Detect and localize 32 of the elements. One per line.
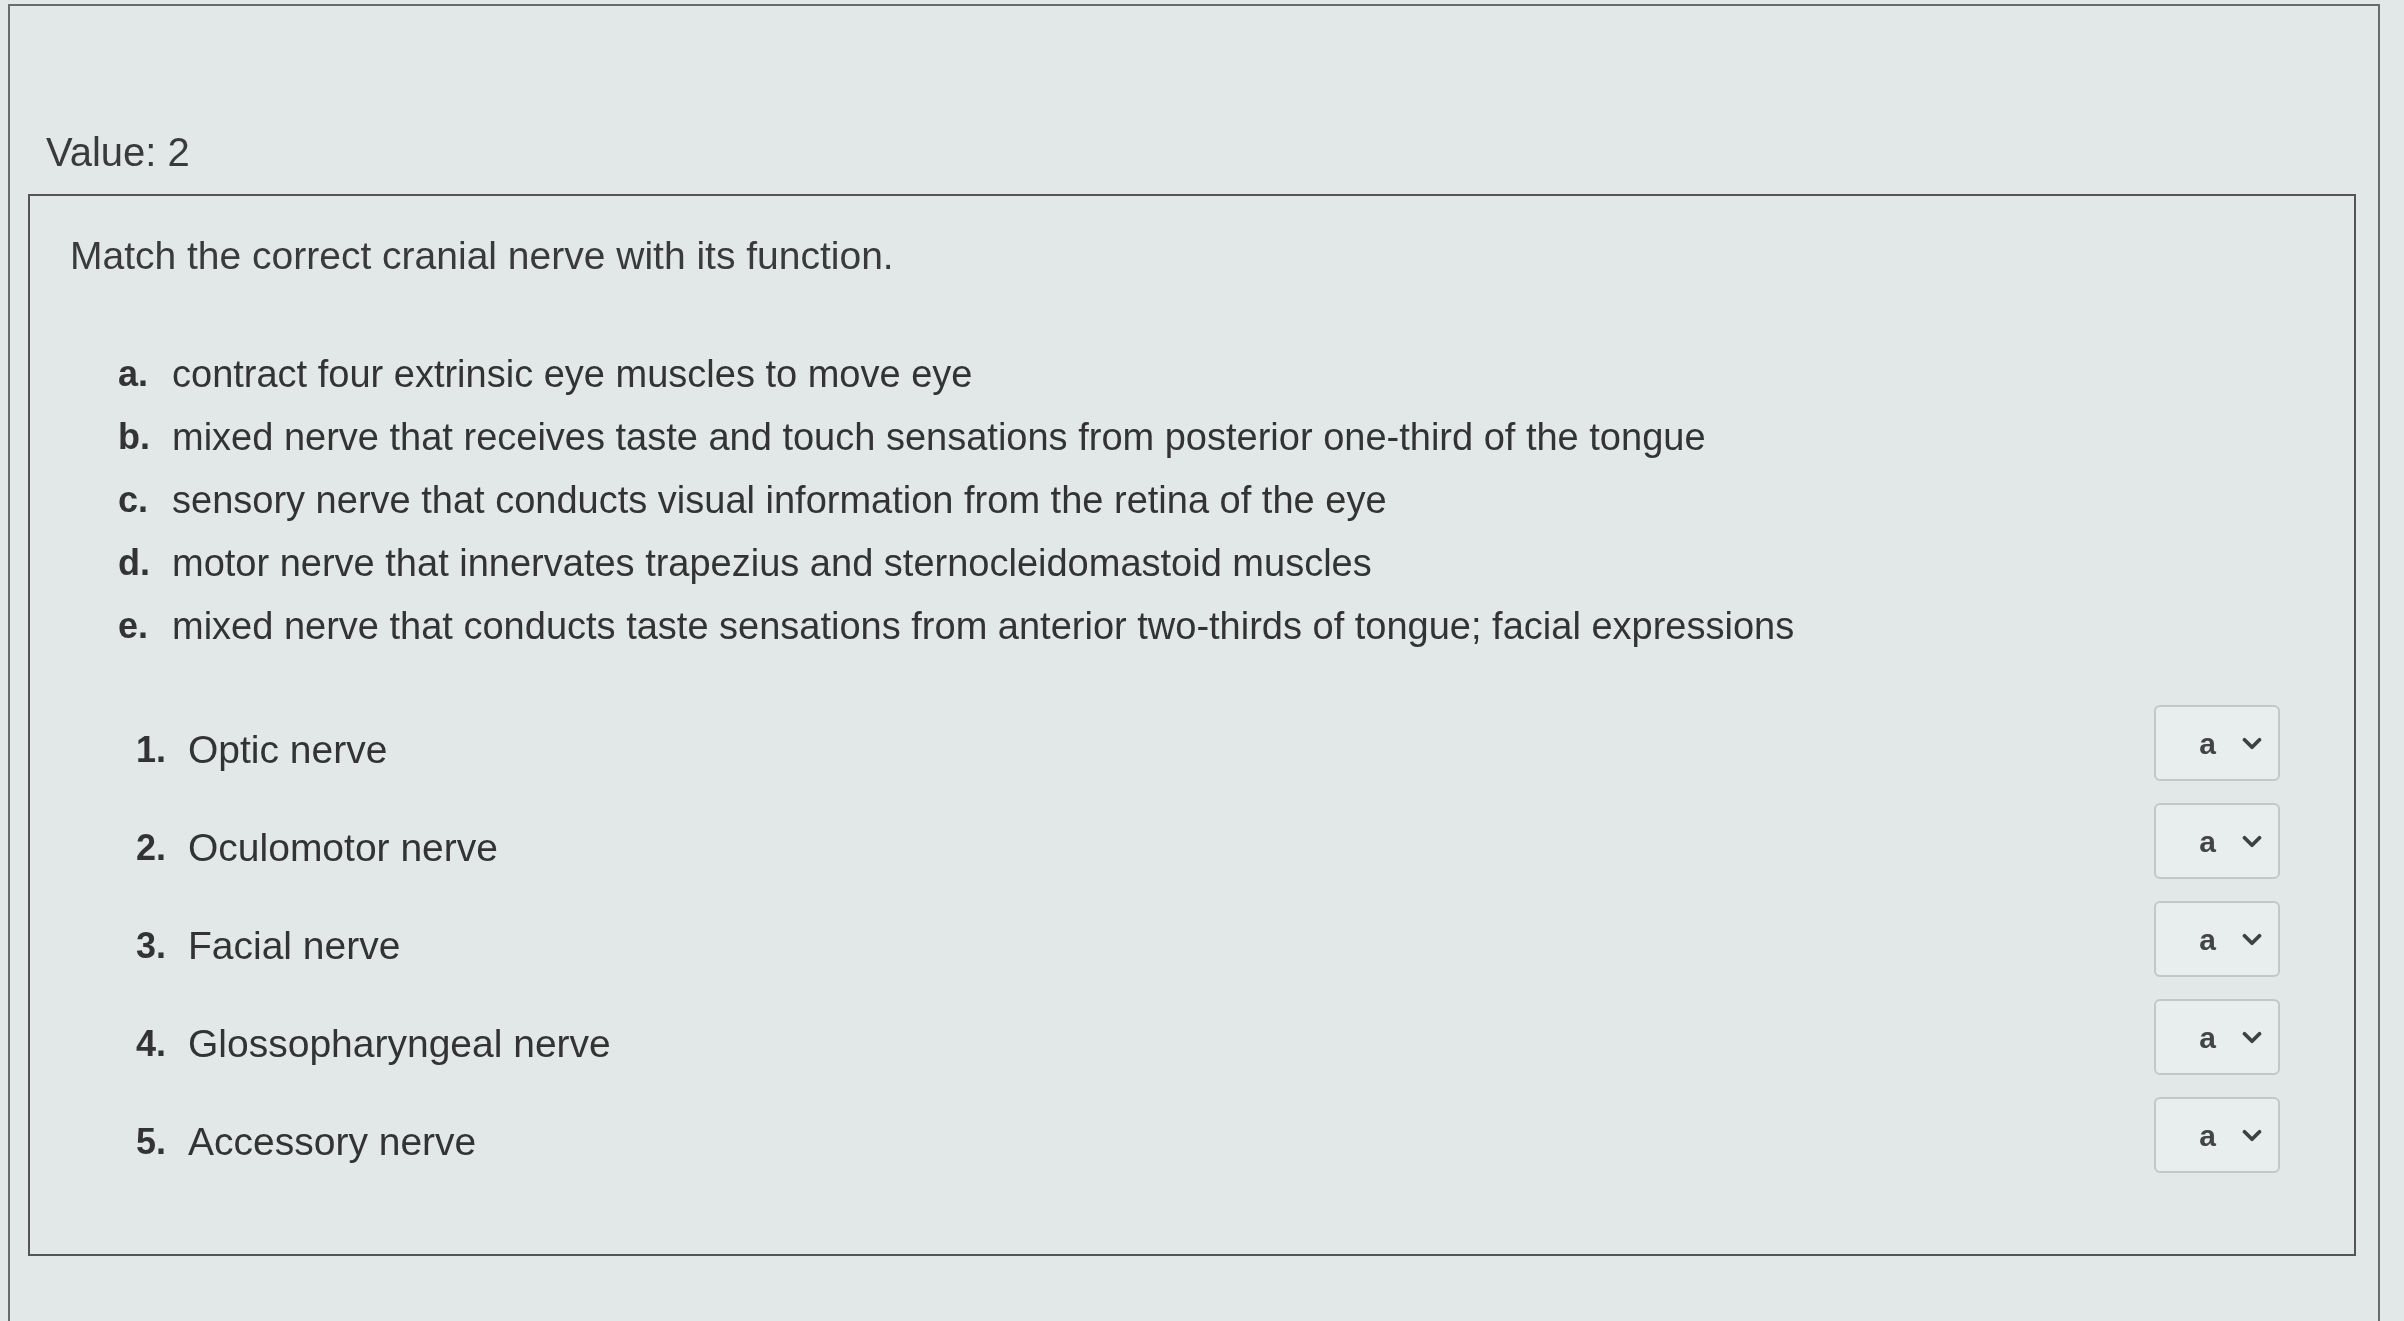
chevron-down-icon bbox=[2242, 1128, 2262, 1142]
answer-dropdown[interactable]: a bbox=[2154, 1097, 2280, 1173]
chevron-down-icon bbox=[2242, 932, 2262, 946]
answer-dropdown[interactable]: a bbox=[2154, 705, 2280, 781]
item-text: Facial nerve bbox=[188, 923, 401, 969]
option-text: sensory nerve that conducts visual information from the retina of the eye bbox=[172, 477, 1387, 523]
option-letter: d. bbox=[118, 540, 151, 585]
answer-dropdown[interactable]: a bbox=[2154, 901, 2280, 977]
item-text: Oculomotor nerve bbox=[188, 825, 498, 871]
item-text: Glossopharyngeal nerve bbox=[188, 1021, 611, 1067]
value-label: Value: 2 bbox=[46, 129, 190, 176]
answer-dropdown[interactable]: a bbox=[2154, 999, 2280, 1075]
option-text: mixed nerve that receives taste and touch sensations from posterior one-third of the tongue bbox=[172, 414, 1706, 460]
option-text: mixed nerve that conducts taste sensations from anterior two-thirds of tongue; facial expressions bbox=[172, 603, 1795, 649]
option-letter: e. bbox=[118, 603, 150, 648]
option-letter: c. bbox=[118, 477, 150, 522]
item-number: 1. bbox=[136, 728, 168, 772]
question-prompt: Match the correct cranial nerve with its function. bbox=[70, 233, 894, 279]
item-text: Accessory nerve bbox=[188, 1119, 477, 1165]
answer-dropdown[interactable]: a bbox=[2154, 803, 2280, 879]
chevron-down-icon bbox=[2242, 736, 2262, 750]
option-text: contract four extrinsic eye muscles to move eye bbox=[172, 351, 973, 397]
option-letter: b. bbox=[118, 414, 151, 459]
option-letter: a. bbox=[118, 351, 150, 396]
chevron-down-icon bbox=[2242, 1030, 2262, 1044]
item-number: 3. bbox=[136, 924, 168, 968]
chevron-down-icon bbox=[2242, 834, 2262, 848]
item-text: Optic nerve bbox=[188, 727, 388, 773]
item-number: 5. bbox=[136, 1120, 168, 1164]
item-number: 4. bbox=[136, 1022, 168, 1066]
option-text: motor nerve that innervates trapezius and sternocleidomastoid muscles bbox=[172, 540, 1372, 586]
item-number: 2. bbox=[136, 826, 168, 870]
